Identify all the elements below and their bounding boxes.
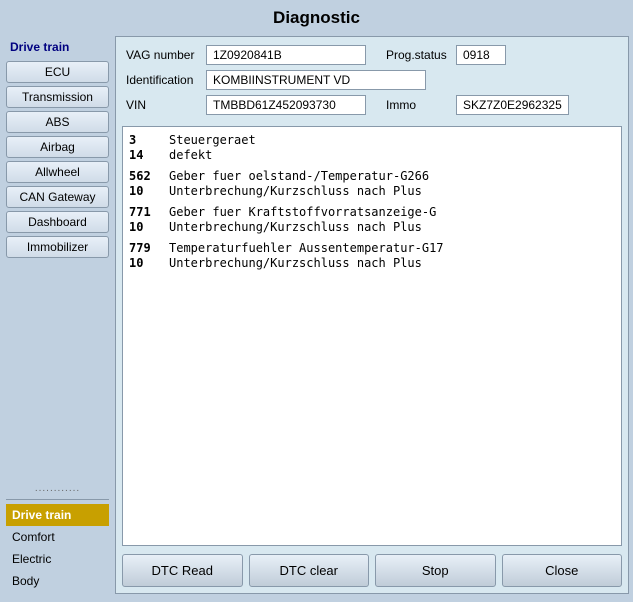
id-row: Identification KOMBIINSTRUMENT VD [126,70,618,90]
dtc-description: Geber fuer Kraftstoffvorratsanzeige-G [169,205,436,219]
prog-label: Prog.status [386,48,456,62]
dtc-code: 14 [129,148,169,162]
category-drive-train[interactable]: Drive train [6,504,109,526]
prog-value: 0918 [456,45,506,65]
category-list: Drive train Comfort Electric Body [6,499,109,592]
category-comfort[interactable]: Comfort [6,526,109,548]
vag-value: 1Z0920841B [206,45,366,65]
vin-value: TMBBD61Z452093730 [206,95,366,115]
dtc-row: 10Unterbrechung/Kurzschluss nach Plus [129,184,615,198]
dtc-row: 771Geber fuer Kraftstoffvorratsanzeige-G [129,205,615,219]
vin-row: VIN TMBBD61Z452093730 Immo SKZ7Z0E296232… [126,95,618,115]
sidebar-btn-allwheel[interactable]: Allwheel [6,161,109,183]
immo-label: Immo [386,98,456,112]
category-body[interactable]: Body [6,570,109,592]
dtc-code: 562 [129,169,169,183]
sidebar-btn-transmission[interactable]: Transmission [6,86,109,108]
sidebar: Drive train ECU Transmission ABS Airbag … [0,34,115,596]
dtc-code: 771 [129,205,169,219]
dtc-description: Unterbrechung/Kurzschluss nach Plus [169,256,422,270]
dtc-code: 10 [129,256,169,270]
dtc-code: 779 [129,241,169,255]
sidebar-btn-ecu[interactable]: ECU [6,61,109,83]
dtc-description: Geber fuer oelstand-/Temperatur-G266 [169,169,429,183]
dtc-description: Steuergeraet [169,133,256,147]
dtc-row: 14defekt [129,148,615,162]
dtc-area: 3Steuergeraet14defekt562Geber fuer oelst… [122,126,622,546]
dtc-row: 10Unterbrechung/Kurzschluss nach Plus [129,256,615,270]
sidebar-btn-immobilizer[interactable]: Immobilizer [6,236,109,258]
dtc-description: Unterbrechung/Kurzschluss nach Plus [169,220,422,234]
dtc-code: 10 [129,220,169,234]
stop-button[interactable]: Stop [375,554,496,587]
dtc-row: 10Unterbrechung/Kurzschluss nach Plus [129,220,615,234]
dtc-description: Unterbrechung/Kurzschluss nach Plus [169,184,422,198]
title-text: Diagnostic [273,8,360,27]
dtc-row: 3Steuergeraet [129,133,615,147]
sidebar-btn-abs[interactable]: ABS [6,111,109,133]
immo-value: SKZ7Z0E2962325 [456,95,569,115]
info-section: VAG number 1Z0920841B Prog.status 0918 I… [116,37,628,124]
dtc-read-button[interactable]: DTC Read [122,554,243,587]
sidebar-btn-dashboard[interactable]: Dashboard [6,211,109,233]
id-value: KOMBIINSTRUMENT VD [206,70,426,90]
vin-label: VIN [126,98,206,112]
dtc-description: Temperaturfuehler Aussentemperatur-G17 [169,241,444,255]
vag-label: VAG number [126,48,206,62]
dtc-clear-button[interactable]: DTC clear [249,554,370,587]
dots-separator: ............ [6,481,109,496]
dtc-row: 779Temperaturfuehler Aussentemperatur-G1… [129,241,615,255]
id-label: Identification [126,73,206,87]
dtc-code: 10 [129,184,169,198]
dtc-description: defekt [169,148,212,162]
page-title: Diagnostic [0,0,633,34]
dtc-code: 3 [129,133,169,147]
category-electric[interactable]: Electric [6,548,109,570]
sidebar-btn-airbag[interactable]: Airbag [6,136,109,158]
sidebar-section-title: Drive train [6,38,109,56]
vag-row: VAG number 1Z0920841B Prog.status 0918 [126,45,618,65]
dtc-row: 562Geber fuer oelstand-/Temperatur-G266 [129,169,615,183]
bottom-buttons: DTC Read DTC clear Stop Close [116,548,628,593]
close-button[interactable]: Close [502,554,623,587]
content-area: VAG number 1Z0920841B Prog.status 0918 I… [115,36,629,594]
sidebar-btn-can-gateway[interactable]: CAN Gateway [6,186,109,208]
